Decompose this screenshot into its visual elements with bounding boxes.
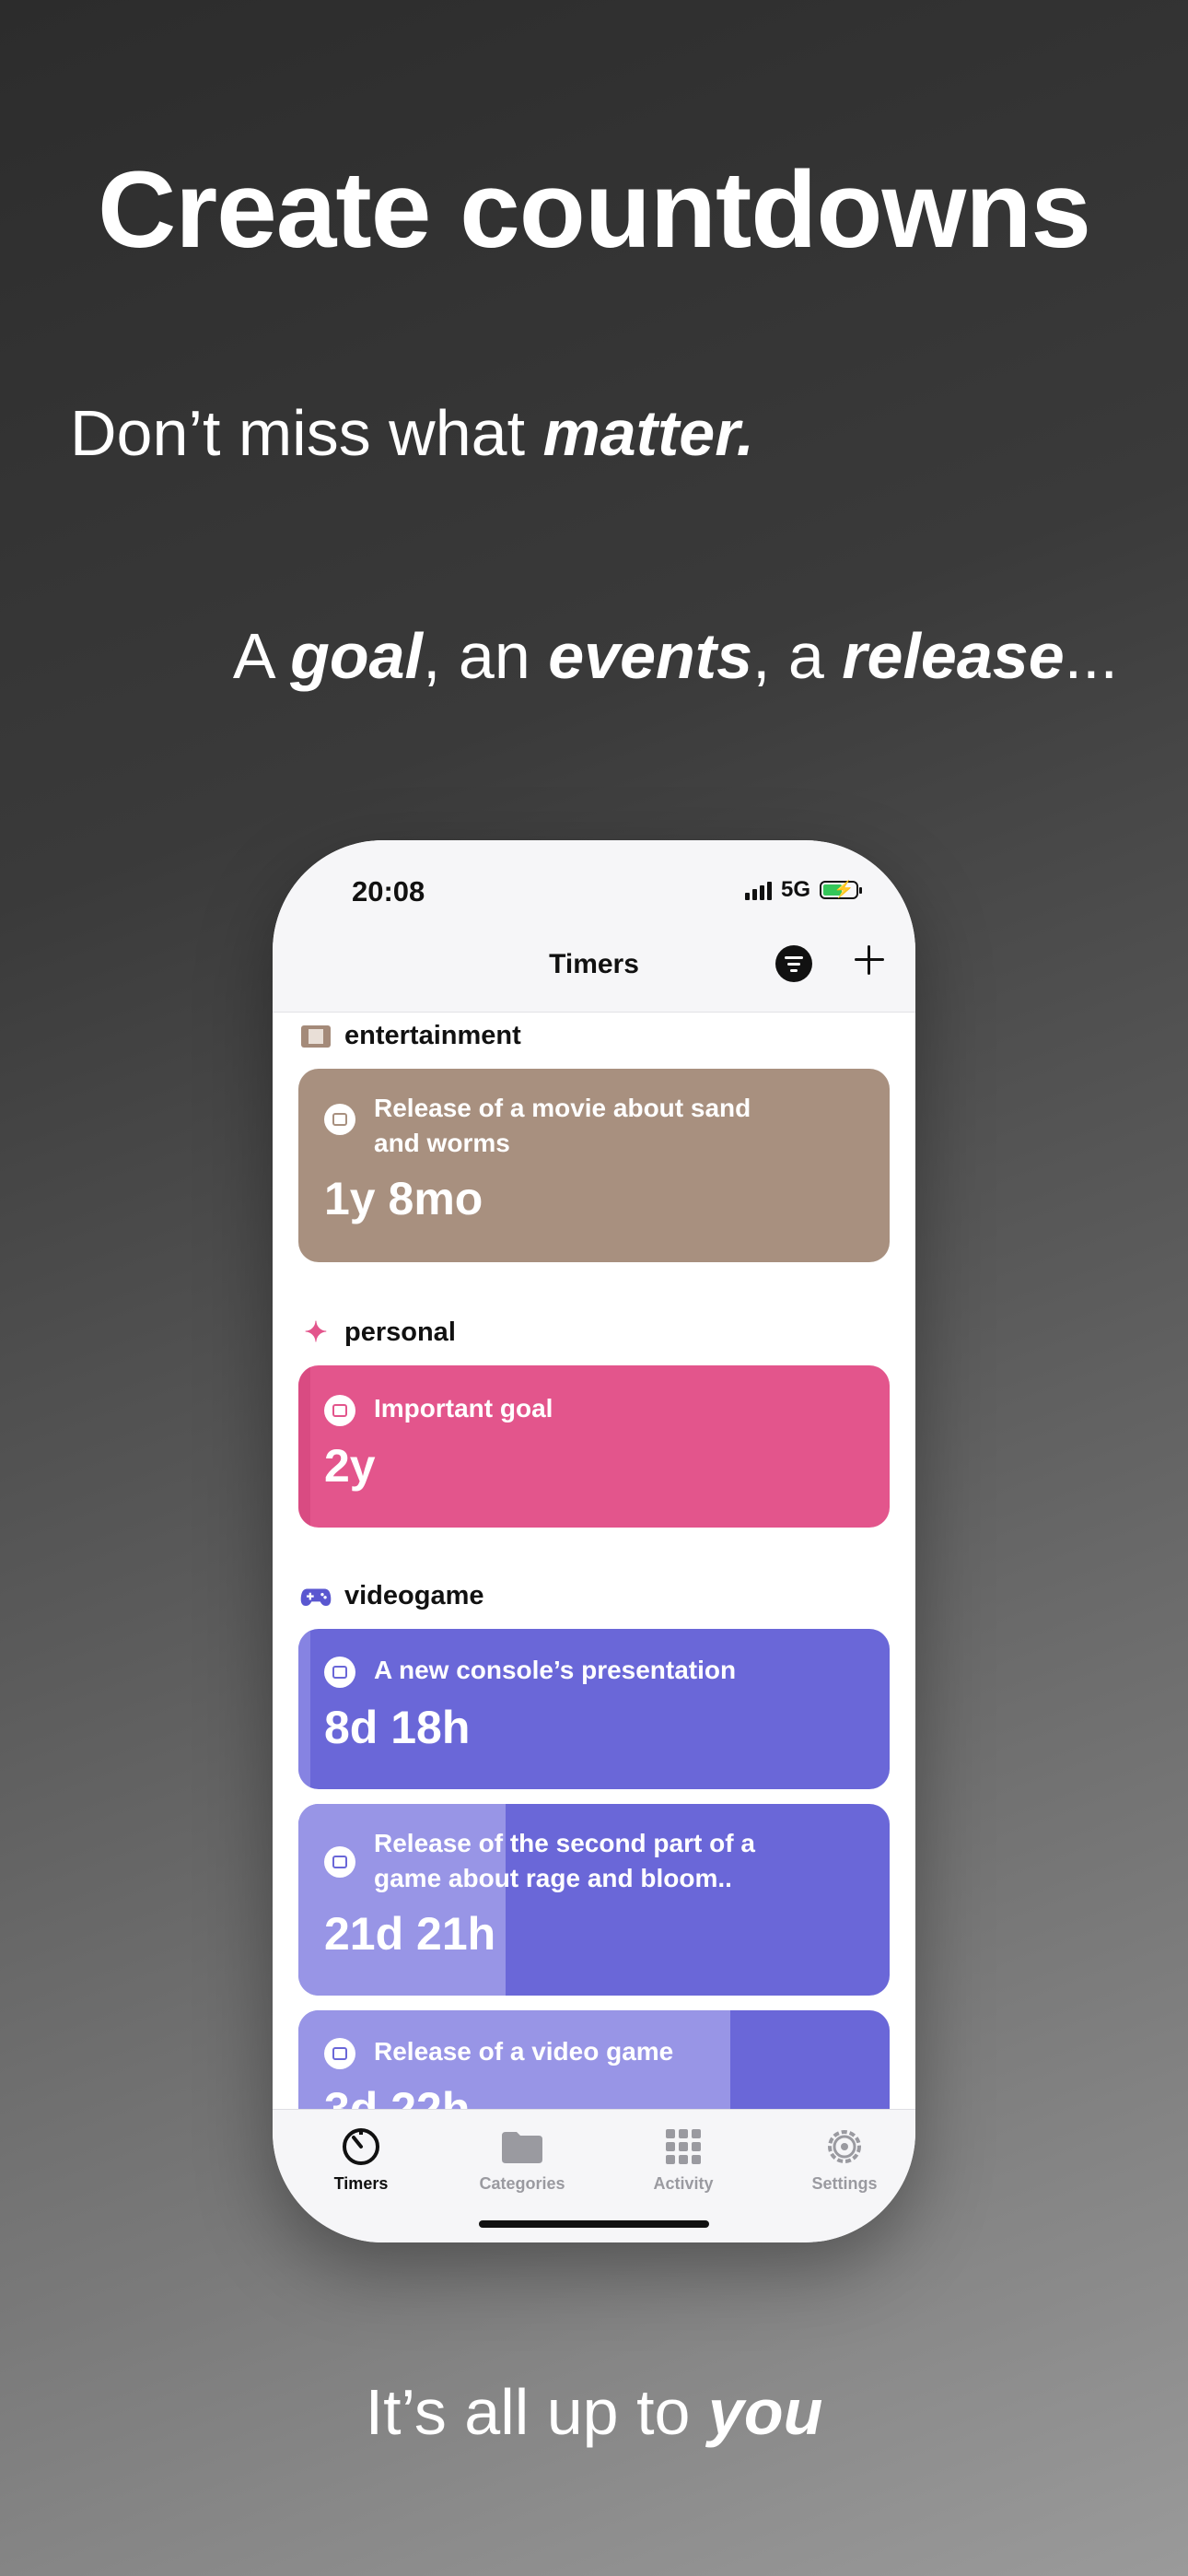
- home-indicator: [479, 2220, 709, 2228]
- card-countdown: 2y: [324, 1440, 376, 1492]
- tagline-1-emphasis: matter.: [542, 397, 755, 469]
- timer-card[interactable]: Release of the second part of a game abo…: [298, 1804, 890, 1996]
- card-countdown: 21d 21h: [324, 1908, 496, 1960]
- section-title: videogame: [344, 1581, 484, 1610]
- headline: Create countdowns: [98, 149, 1091, 271]
- tagline-2-sep2: , a: [752, 620, 843, 692]
- card-countdown: 8d 18h: [324, 1702, 471, 1753]
- tab-timers[interactable]: Timers: [297, 2125, 425, 2194]
- tagline-2-a: A: [232, 620, 291, 692]
- tagline-2: A goal, an events, a release...: [233, 619, 1118, 693]
- tab-categories[interactable]: Categories: [458, 2125, 587, 2194]
- tab-settings[interactable]: Settings: [780, 2125, 909, 2194]
- tab-label: Activity: [653, 2174, 714, 2193]
- status-indicators: 5G ⚡: [744, 877, 862, 903]
- tagline-2-sep1: , an: [423, 620, 549, 692]
- card-progress: [298, 1629, 310, 1789]
- tagline-2-events: events: [548, 620, 753, 692]
- tab-bar: Timers Categories Activity Settings: [273, 2109, 915, 2242]
- status-bar: 20:08 5G ⚡: [273, 840, 915, 932]
- film-icon: [300, 1024, 332, 1049]
- card-title: Release of the second part of a game abo…: [374, 1829, 755, 1892]
- tagline-1-text: Don’t miss what: [70, 397, 543, 469]
- network-label: 5G: [780, 877, 810, 902]
- section-header-personal: ✦ personal: [300, 1317, 456, 1348]
- card-title: Important goal: [374, 1394, 553, 1423]
- sparkles-icon: ✦: [304, 1317, 328, 1348]
- timer-card[interactable]: Release of a movie about sand and worms …: [298, 1069, 890, 1262]
- add-timer-button[interactable]: [851, 942, 888, 978]
- card-progress: [298, 1365, 310, 1528]
- tagline-2-release: release: [842, 620, 1065, 692]
- card-title: A new console’s presentation: [374, 1656, 737, 1684]
- gamecontroller-icon: [300, 1584, 332, 1610]
- grid-icon: [619, 2125, 748, 2169]
- tab-label: Categories: [479, 2174, 565, 2193]
- tagline-1: Don’t miss what matter.: [70, 396, 754, 470]
- status-time: 20:08: [352, 875, 425, 907]
- card-title: Release of a video game: [374, 2037, 674, 2066]
- calendar-icon: [324, 1657, 355, 1688]
- tagline-2-end: ...: [1064, 620, 1118, 692]
- timer-card[interactable]: Important goal 2y: [298, 1365, 890, 1528]
- section-title: entertainment: [344, 1021, 521, 1050]
- filter-icon[interactable]: [775, 945, 812, 982]
- tab-label: Settings: [811, 2174, 878, 2193]
- battery-icon: ⚡: [820, 880, 862, 899]
- calendar-icon: [324, 2038, 355, 2069]
- section-title: personal: [344, 1317, 456, 1347]
- nav-bar: Timers: [273, 932, 915, 1013]
- calendar-icon: [324, 1395, 355, 1426]
- tagline-3-text: It’s all up to: [365, 2376, 708, 2448]
- section-header-entertainment: entertainment: [300, 1021, 521, 1051]
- tab-label: Timers: [333, 2174, 389, 2193]
- tagline-3: It’s all up to you: [0, 2375, 1188, 2449]
- tagline-2-goal: goal: [290, 620, 423, 692]
- section-header-videogame: videogame: [300, 1581, 484, 1611]
- gear-icon: [780, 2125, 909, 2169]
- tab-activity[interactable]: Activity: [619, 2125, 748, 2194]
- signal-icon: [744, 880, 772, 900]
- calendar-icon: [324, 1104, 355, 1135]
- timer-card[interactable]: A new console’s presentation 8d 18h: [298, 1629, 890, 1789]
- phone-mockup: 20:08 5G ⚡ Timers entertainment Release …: [273, 840, 915, 2242]
- tagline-3-emphasis: you: [707, 2376, 823, 2448]
- calendar-icon: [324, 1846, 355, 1878]
- folder-icon: [458, 2125, 587, 2169]
- timer-icon: [297, 2125, 425, 2169]
- card-countdown: 1y 8mo: [324, 1173, 483, 1224]
- card-title: Release of a movie about sand and worms: [374, 1094, 751, 1157]
- nav-title: Timers: [549, 949, 639, 979]
